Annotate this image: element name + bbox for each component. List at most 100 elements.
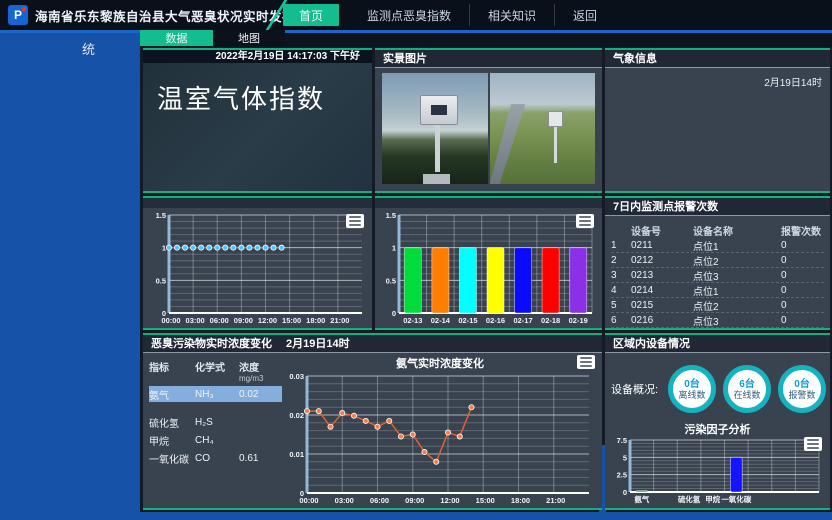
top-nav: 首页监测点恶臭指数相关知识返回 — [283, 0, 615, 30]
svg-text:0.5: 0.5 — [386, 276, 396, 285]
nav-item[interactable]: 首页 — [283, 4, 339, 26]
chart-menu-icon[interactable] — [346, 214, 364, 228]
daily-bar-chart[interactable]: 0 0.5 1 1.5 02-13 02-14 02-15 02-16 02-17 02-18 02… — [377, 210, 600, 326]
table-row: 20212点位20 — [611, 253, 824, 268]
svg-text:02-17: 02-17 — [513, 316, 532, 325]
svg-text:2.5: 2.5 — [617, 471, 627, 480]
panel-daily-bar-chart: 0 0.5 1 1.5 02-13 02-14 02-15 02-16 02-17 02-18 02… — [375, 196, 602, 330]
svg-text:09:00: 09:00 — [234, 316, 253, 325]
table-row: 60216点位30 — [611, 313, 824, 328]
panel-title: 恶臭污染物实时浓度变化 — [151, 336, 272, 352]
svg-text:02-15: 02-15 — [458, 316, 477, 325]
pollutant-row[interactable]: 氨气NH₃0.02 — [149, 386, 282, 402]
panel-greenhouse-index: 2022年2月19日 14:17:03 下午好 温室气体指数 — [143, 48, 372, 193]
svg-text:06:00: 06:00 — [210, 316, 229, 325]
svg-text:1.5: 1.5 — [156, 211, 166, 220]
svg-text:18:00: 18:00 — [511, 496, 530, 505]
table-row: 50215点位20 — [611, 298, 824, 313]
greenhouse-line-chart[interactable]: 00.511.500:0003:0006:0009:0012:0015:0018… — [145, 210, 370, 326]
nh3-line-chart[interactable]: 00.010.020.0300:0003:0006:0009:0012:0015… — [283, 371, 597, 506]
device-stat-circle: 6台在线数 — [723, 365, 771, 413]
svg-text:1.5: 1.5 — [386, 211, 396, 220]
svg-text:硫化氢: 硫化氢 — [678, 494, 701, 504]
svg-text:一氧化碳: 一氧化碳 — [721, 494, 751, 504]
svg-text:12:00: 12:00 — [440, 496, 459, 505]
table-header: 指标化学式浓度 — [149, 359, 282, 374]
title-overflow-text: 统 — [0, 33, 140, 58]
svg-text:0.5: 0.5 — [156, 276, 166, 285]
photo-monitoring-station-2[interactable] — [490, 73, 596, 184]
greenhouse-index-title: 温室气体指数 — [157, 79, 372, 116]
nav-item[interactable]: 相关知识 — [469, 4, 554, 26]
svg-text:5: 5 — [623, 453, 627, 462]
device-stat-circle: 0台报警数 — [778, 365, 826, 413]
photo-row — [382, 73, 595, 184]
unit-label: mg/m3 — [149, 374, 282, 383]
svg-text:0.03: 0.03 — [289, 372, 304, 381]
svg-text:12:00: 12:00 — [258, 316, 277, 325]
svg-text:1: 1 — [162, 244, 166, 253]
chart-menu-icon[interactable] — [576, 214, 594, 228]
svg-text:03:00: 03:00 — [335, 496, 354, 505]
device-stats: 0台离线数6台在线数0台报警数 — [668, 365, 826, 413]
topbar: P 海南省乐东黎族自治县大气恶臭状况实时发布系 首页监测点恶臭指数相关知识返回 — [0, 0, 832, 30]
pollutant-row[interactable]: 甲烷CH₄ — [149, 432, 282, 448]
photo-monitoring-station-1[interactable] — [382, 73, 488, 184]
factor-bar-chart[interactable]: 02.557.5氨气硫化氢甲烷一氧化碳 — [608, 435, 827, 505]
weather-timestamp: 2月19日14时 — [764, 74, 822, 89]
nav-item[interactable]: 监测点恶臭指数 — [349, 4, 469, 26]
panel-title: 气象信息 — [605, 50, 830, 68]
chart-menu-icon[interactable] — [804, 437, 822, 451]
datetime-text: 2022年2月19日 14:17:03 下午好 — [143, 50, 372, 63]
panel-title: 区域内设备情况 — [605, 335, 830, 353]
svg-text:00:00: 00:00 — [161, 316, 180, 325]
footer-strip — [0, 512, 832, 520]
device-illustration — [420, 95, 458, 125]
svg-text:21:00: 21:00 — [330, 316, 349, 325]
svg-text:1: 1 — [392, 244, 396, 253]
pollutant-table: 指标化学式浓度mg/m3 氨气NH₃0.02 硫化氢H₂S 甲烷CH₄ 一氧化碳CO0.… — [149, 359, 282, 468]
svg-text:00:00: 00:00 — [299, 496, 318, 505]
svg-text:15:00: 15:00 — [282, 316, 301, 325]
app-logo: P — [8, 5, 28, 25]
svg-text:02-18: 02-18 — [541, 316, 560, 325]
svg-text:02-13: 02-13 — [403, 316, 422, 325]
svg-text:02-19: 02-19 — [569, 316, 588, 325]
svg-text:06:00: 06:00 — [370, 496, 389, 505]
table-header: 设备号设备名称报警次数 — [611, 222, 824, 238]
odor-timestamp: 2月19日14时 — [286, 336, 350, 352]
nav-item[interactable]: 返回 — [554, 4, 615, 26]
svg-text:18:00: 18:00 — [306, 316, 325, 325]
tab[interactable]: 数据 — [140, 30, 213, 46]
panel-title: 7日内监测点报警次数 — [605, 198, 830, 216]
table-row: 10211点位10 — [611, 238, 824, 253]
svg-text:0: 0 — [392, 309, 396, 318]
tab[interactable]: 地图 — [213, 30, 285, 46]
panel-title: 实景图片 — [375, 50, 602, 68]
view-tabs: 数据地图 — [140, 30, 285, 46]
chart-menu-icon[interactable] — [577, 355, 595, 369]
alarms-table: 设备号设备名称报警次数10211点位1020212点位2030213点位3040… — [611, 222, 824, 328]
table-row: 40214点位10 — [611, 283, 824, 298]
pollutant-row[interactable]: 硫化氢H₂S — [149, 414, 282, 430]
svg-text:0.01: 0.01 — [289, 450, 304, 459]
sidebar: 统 — [0, 33, 140, 520]
device-illustration — [548, 111, 564, 128]
device-overview-label: 设备概况: — [611, 381, 668, 397]
svg-text:0: 0 — [623, 488, 627, 497]
panel-greenhouse-chart: 00.511.500:0003:0006:0009:0012:0015:0018… — [143, 196, 372, 330]
svg-text:7.5: 7.5 — [617, 436, 627, 445]
table-row: 30213点位30 — [611, 268, 824, 283]
svg-text:15:00: 15:00 — [476, 496, 495, 505]
dashboard-root: P 海南省乐东黎族自治县大气恶臭状况实时发布系 首页监测点恶臭指数相关知识返回 … — [0, 0, 832, 520]
svg-text:02-14: 02-14 — [431, 316, 451, 325]
panel-alarm-counts: 7日内监测点报警次数 设备号设备名称报警次数10211点位1020212点位20… — [605, 196, 830, 330]
road-illustration — [490, 104, 526, 184]
topbar-underline — [0, 30, 832, 33]
svg-text:09:00: 09:00 — [405, 496, 424, 505]
svg-text:02-16: 02-16 — [486, 316, 505, 325]
svg-text:03:00: 03:00 — [186, 316, 205, 325]
svg-text:氨气: 氨气 — [634, 494, 649, 504]
panel-weather-info: 气象信息 2月19日14时 — [605, 48, 830, 193]
pollutant-row[interactable]: 一氧化碳CO0.61 — [149, 450, 282, 466]
